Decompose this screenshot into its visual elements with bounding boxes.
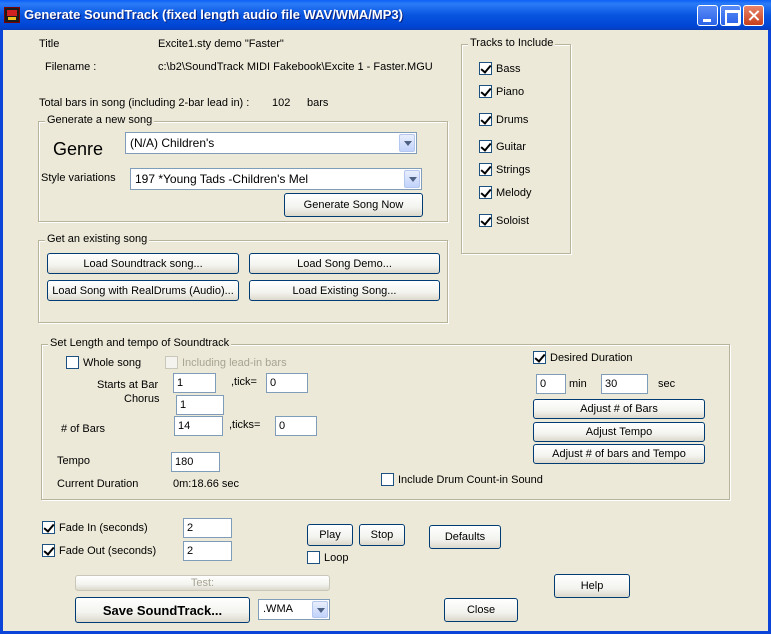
style-value: 197 *Young Tads -Children's Mel (135, 172, 309, 186)
track-melody-checkbox[interactable] (479, 186, 492, 199)
tempo-input[interactable] (171, 452, 220, 472)
tempo-label: Tempo (57, 455, 91, 467)
chevron-down-icon[interactable] (399, 134, 415, 152)
track-drums-checkbox[interactable] (479, 113, 492, 126)
ticks-input[interactable] (275, 416, 317, 436)
length-tempo-group-label: Set Length and tempo of Soundtrack (48, 337, 232, 349)
close-button[interactable]: Close (444, 598, 518, 622)
minimize-icon[interactable] (697, 5, 718, 26)
format-select[interactable]: .WMA (258, 599, 330, 620)
desired-min-input[interactable] (536, 374, 566, 394)
track-soloist-checkbox[interactable] (479, 214, 492, 227)
drum-countin-label: Include Drum Count-in Sound (398, 474, 543, 486)
genre-select[interactable]: (N/A) Children's (125, 132, 417, 154)
current-duration-label: Current Duration (57, 478, 139, 490)
track-piano-label: Piano (496, 86, 525, 98)
filename-label: Filename : (45, 61, 97, 73)
track-drums-label: Drums (496, 114, 529, 126)
tracks-group-label: Tracks to Include (468, 37, 556, 49)
starts-at-bar-input[interactable] (173, 373, 216, 393)
title-bar[interactable]: Generate SoundTrack (fixed length audio … (0, 0, 771, 30)
fade-in-checkbox[interactable] (42, 521, 55, 534)
close-icon[interactable] (743, 5, 764, 26)
track-guitar-checkbox[interactable] (479, 140, 492, 153)
starts-at-bar-label: Starts at Bar (97, 379, 159, 391)
test-button[interactable]: Test: (75, 575, 330, 591)
total-bars-value: 102 (272, 97, 291, 109)
generate-soundtrack-dialog: Generate SoundTrack (fixed length audio … (0, 0, 771, 634)
track-piano-checkbox[interactable] (479, 85, 492, 98)
adjust-bars-tempo-button[interactable]: Adjust # of bars and Tempo (533, 444, 705, 464)
style-variations-select[interactable]: 197 *Young Tads -Children's Mel (130, 168, 422, 190)
whole-song-checkbox[interactable] (66, 356, 79, 369)
style-variations-label: Style variations (41, 172, 116, 184)
fade-out-checkbox[interactable] (42, 544, 55, 557)
sec-label: sec (658, 378, 676, 390)
current-duration-value: 0m:18.66 sec (173, 478, 240, 490)
num-bars-label: # of Bars (61, 423, 106, 435)
desired-duration-label: Desired Duration (550, 352, 633, 364)
tick-label: ,tick= (231, 376, 257, 388)
including-leadin-checkbox[interactable] (165, 356, 178, 369)
load-song-realdrums-button[interactable]: Load Song with RealDrums (Audio)... (47, 280, 239, 301)
track-guitar-label: Guitar (496, 141, 526, 153)
help-button[interactable]: Help (554, 574, 630, 598)
including-leadin-label: Including lead-in bars (182, 357, 287, 369)
track-strings-checkbox[interactable] (479, 163, 492, 176)
fade-in-input[interactable] (183, 518, 232, 538)
whole-song-label: Whole song (83, 357, 142, 369)
tick-input[interactable] (266, 373, 308, 393)
load-existing-song-button[interactable]: Load Existing Song... (249, 280, 440, 301)
track-bass-checkbox[interactable] (479, 62, 492, 75)
stop-button[interactable]: Stop (359, 524, 405, 546)
filename-value: c:\b2\SoundTrack MIDI Fakebook\Excite 1 … (158, 61, 433, 73)
loop-checkbox[interactable] (307, 551, 320, 564)
chorus-input[interactable] (176, 395, 224, 415)
save-soundtrack-button[interactable]: Save SoundTrack... (75, 597, 250, 623)
desired-sec-input[interactable] (601, 374, 648, 394)
min-label: min (569, 378, 587, 390)
genre-value: (N/A) Children's (130, 136, 215, 150)
genre-label: Genre (53, 139, 104, 159)
track-soloist-label: Soloist (496, 215, 530, 227)
num-bars-input[interactable] (174, 416, 223, 436)
adjust-bars-button[interactable]: Adjust # of Bars (533, 399, 705, 419)
load-song-demo-button[interactable]: Load Song Demo... (249, 253, 440, 274)
maximize-icon[interactable] (720, 5, 741, 26)
format-value: .WMA (263, 603, 293, 615)
total-bars-label: Total bars in song (including 2-bar lead… (39, 97, 250, 109)
title-label: Title (39, 38, 60, 50)
fade-in-label: Fade In (seconds) (59, 522, 148, 534)
play-button[interactable]: Play (307, 524, 353, 546)
chevron-down-icon[interactable] (404, 170, 420, 188)
window-title: Generate SoundTrack (fixed length audio … (24, 7, 403, 22)
chorus-label: Chorus (124, 393, 160, 405)
fade-out-input[interactable] (183, 541, 232, 561)
generate-song-now-button[interactable]: Generate Song Now (284, 193, 423, 217)
track-melody-label: Melody (496, 187, 532, 199)
adjust-tempo-button[interactable]: Adjust Tempo (533, 422, 705, 442)
desired-duration-checkbox[interactable] (533, 351, 546, 364)
generate-group-label: Generate a new song (45, 114, 155, 126)
load-soundtrack-song-button[interactable]: Load Soundtrack song... (47, 253, 239, 274)
drum-countin-checkbox[interactable] (381, 473, 394, 486)
app-icon[interactable] (4, 7, 20, 23)
chevron-down-icon[interactable] (312, 601, 328, 618)
title-value: Excite1.sty demo "Faster" (158, 38, 284, 50)
defaults-button[interactable]: Defaults (429, 525, 501, 549)
track-strings-label: Strings (496, 164, 531, 176)
fade-out-label: Fade Out (seconds) (59, 545, 157, 557)
total-bars-unit: bars (307, 97, 329, 109)
existing-group-label: Get an existing song (45, 233, 150, 245)
ticks-label: ,ticks= (229, 419, 261, 431)
track-bass-label: Bass (496, 63, 521, 75)
loop-label: Loop (324, 552, 349, 564)
